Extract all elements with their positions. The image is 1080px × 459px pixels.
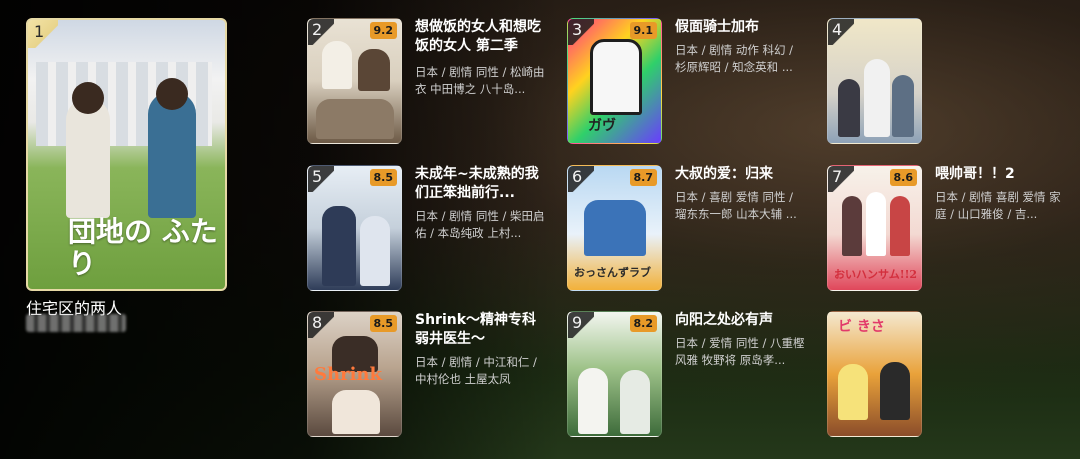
item-meta: 日本 / 剧情 同性 / 柴田启佑 / 本岛纯政 上村... (415, 209, 545, 240)
poster-figure (322, 41, 352, 89)
poster-thumbnail[interactable]: 5 8.5 (307, 165, 402, 291)
rank-number: 2 (312, 20, 323, 39)
poster-figure (360, 216, 390, 286)
rank-badge: 1 (28, 20, 58, 48)
poster-figure (892, 75, 914, 137)
item-title[interactable]: 未成年~未成熟的我们正笨拙前行... (415, 165, 545, 203)
rank-badge: 9 (568, 312, 594, 338)
poster-figure (332, 390, 380, 434)
poster-logo: おいハンサム!!2 (834, 268, 918, 281)
poster-figure (880, 362, 910, 420)
poster-figure (890, 196, 910, 256)
poster-figure (838, 364, 868, 420)
poster-figure (866, 192, 886, 256)
poster-figure (838, 79, 860, 137)
item-meta: 日本 / 剧情 动作 科幻 / 杉原辉昭 / 知念英和 ... (675, 43, 794, 74)
list-item[interactable]: Shrink 8 8.5 Shrink～精神专科弱井医生～ 日本 / 剧情 / … (307, 311, 547, 439)
rank-number: 6 (572, 167, 583, 186)
poster-thumbnail[interactable]: ビ きさ (827, 311, 922, 437)
poster-title-art: 団地の ふたり (68, 215, 218, 280)
item-meta: 日本 / 剧情 喜剧 爱情 家庭 / 山口雅俊 / 吉... (935, 190, 1061, 221)
list-item[interactable]: ビ きさ (827, 311, 1067, 439)
poster-figure (584, 200, 646, 256)
poster-figure (590, 39, 642, 115)
poster-figure (578, 368, 608, 434)
poster-thumbnail[interactable]: 9 8.2 (567, 311, 662, 437)
poster-thumbnail[interactable]: おいハンサム!!2 7 8.6 (827, 165, 922, 291)
item-meta: 日本 / 剧情 / 中江和仁 / 中村伦也 土屋太凤 (415, 355, 537, 386)
score-badge: 8.5 (369, 315, 397, 332)
item-title[interactable]: 假面骑士加布 (675, 18, 805, 37)
list-item[interactable]: 2 9.2 想做饭的女人和想吃饭的女人 第二季 日本 / 剧情 同性 / 松崎由… (307, 18, 547, 146)
rank-badge: 7 (828, 166, 854, 192)
item-title[interactable]: 大叔的爱：归来 (675, 165, 805, 184)
rank-badge: 6 (568, 166, 594, 192)
poster-figure-head (72, 82, 104, 114)
poster-figure (620, 370, 650, 434)
score-badge: 8.6 (889, 169, 917, 186)
rank-number: 9 (572, 313, 583, 332)
item-title[interactable]: Shrink～精神专科弱井医生～ (415, 311, 545, 349)
score-badge: 9.2 (369, 22, 397, 39)
score-badge: 9.1 (629, 22, 657, 39)
item-title[interactable]: 向阳之处必有声 (675, 311, 805, 330)
poster-logo: ビ きさ (838, 319, 885, 335)
score-badge: 8.2 (629, 315, 657, 332)
poster-figure (148, 92, 196, 218)
rank-badge: 2 (308, 19, 334, 45)
score-badge: 8.5 (369, 169, 397, 186)
poster-figure (842, 196, 862, 256)
rank-number: 7 (832, 167, 843, 186)
poster-thumbnail[interactable]: おっさんずラブ 6 8.7 (567, 165, 662, 291)
list-item[interactable]: 4 (827, 18, 1067, 146)
rank-number: 3 (572, 20, 583, 39)
poster-logo: ガヴ (588, 118, 616, 134)
featured-subtitle-blurred (26, 314, 126, 332)
rank-badge: 5 (308, 166, 334, 192)
poster-logo: Shrink (314, 364, 382, 385)
rank-number: 4 (832, 20, 843, 39)
rank-number: 1 (34, 22, 45, 41)
poster-logo: おっさんずラブ (574, 266, 651, 279)
item-title[interactable]: 喂帅哥！！2 (935, 165, 1065, 184)
rank-number: 5 (312, 167, 323, 186)
poster-figure (316, 99, 394, 139)
poster-figure (864, 59, 890, 137)
featured-poster[interactable]: 団地の ふたり 1 (26, 18, 227, 291)
poster-thumbnail[interactable]: 4 (827, 18, 922, 144)
list-item[interactable]: おっさんずラブ 6 8.7 大叔的爱：归来 日本 / 喜剧 爱情 同性 / 瑠东… (567, 165, 807, 293)
rank-badge: 8 (308, 312, 334, 338)
list-item[interactable]: ガヴ 3 9.1 假面骑士加布 日本 / 剧情 动作 科幻 / 杉原辉昭 / 知… (567, 18, 807, 146)
item-title[interactable]: 想做饭的女人和想吃饭的女人 第二季 (415, 18, 545, 56)
rank-number: 8 (312, 313, 323, 332)
list-item[interactable]: 5 8.5 未成年~未成熟的我们正笨拙前行... 日本 / 剧情 同性 / 柴田… (307, 165, 547, 293)
item-meta: 日本 / 剧情 同性 / 松崎由衣 中田博之 八十岛... (415, 65, 545, 96)
list-item[interactable]: おいハンサム!!2 7 8.6 喂帅哥！！2 日本 / 剧情 喜剧 爱情 家庭 … (827, 165, 1067, 293)
poster-figure-head (156, 78, 188, 110)
score-badge: 8.7 (629, 169, 657, 186)
item-meta: 日本 / 喜剧 爱情 同性 / 瑠东东一郎 山本大辅 ... (675, 190, 797, 221)
poster-thumbnail[interactable]: ガヴ 3 9.1 (567, 18, 662, 144)
rank-badge: 3 (568, 19, 594, 45)
poster-figure (322, 206, 356, 286)
list-item[interactable]: 9 8.2 向阳之处必有声 日本 / 爱情 同性 / 八重樫风雅 牧野将 原岛孝… (567, 311, 807, 439)
poster-figure (358, 49, 390, 91)
item-meta: 日本 / 爱情 同性 / 八重樫风雅 牧野将 原岛孝... (675, 336, 805, 367)
poster-thumbnail[interactable]: Shrink 8 8.5 (307, 311, 402, 437)
poster-figure (66, 98, 110, 218)
rank-badge: 4 (828, 19, 854, 45)
poster-thumbnail[interactable]: 2 9.2 (307, 18, 402, 144)
